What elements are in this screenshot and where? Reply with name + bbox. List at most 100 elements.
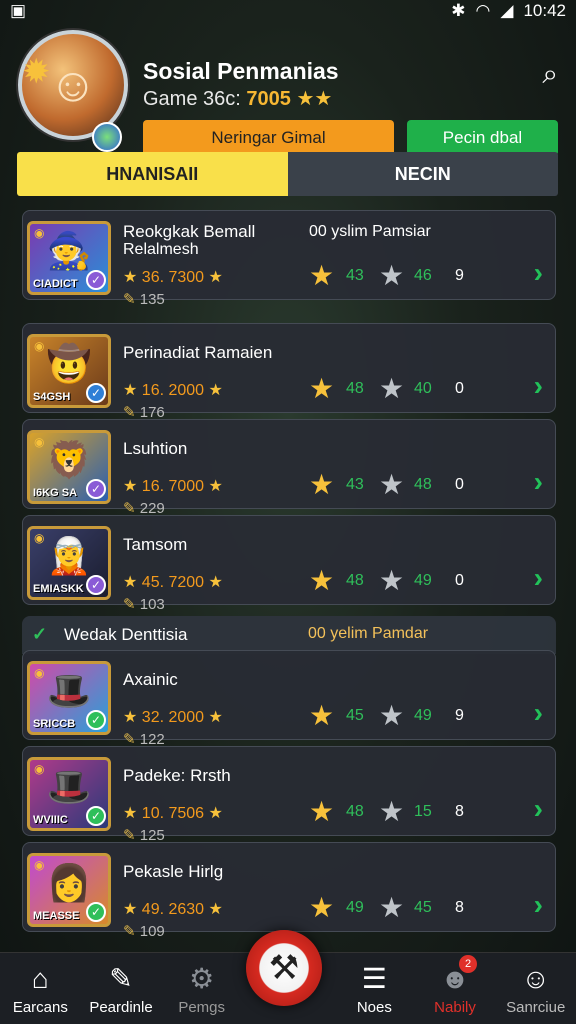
chevron-right-icon[interactable]: › (534, 697, 543, 729)
star-icon: ★ (123, 709, 138, 726)
thumbnail-tag: CIADICT (33, 278, 78, 290)
gold-star-icon: ★ (309, 700, 335, 731)
total-count: 0 (455, 380, 464, 397)
silver-count: 49 (414, 707, 432, 724)
thumbnail-tag: S4GSH (33, 391, 71, 403)
total-count: 8 (455, 803, 464, 820)
app-icon: ▣ (10, 1, 27, 20)
silver-star-icon: ★ (379, 565, 405, 596)
total-count: 0 (455, 572, 464, 589)
star-icon: ★ (123, 269, 138, 286)
silver-count: 40 (414, 380, 432, 397)
row-count: ✎ 103 (123, 596, 165, 613)
row-meta: 00 yslim Pamsiar (309, 223, 431, 240)
list-item[interactable]: ◉ 🧙 CIADICT ✓ Reokgkak Bemall Relalmesh … (22, 210, 556, 308)
list-item[interactable]: ◉ 👩 MEASSE ✓ Pekasle Hirlg ★ 49. 2630 ★ … (22, 842, 556, 940)
row-title: Lsuhtion (123, 439, 188, 458)
nav-item-pemgs[interactable]: ⚙ Pemgs (161, 953, 242, 1024)
star-icon: ★ (208, 269, 223, 286)
tab-second[interactable]: NECIN (287, 152, 558, 196)
nav-item-nabily[interactable]: 2 ☻ Nabily (415, 953, 496, 1024)
row-score: ★ 32. 2000 ★ (123, 709, 223, 726)
nav-label: Earcans (12, 999, 68, 1016)
wifi-icon: ◠ (475, 1, 491, 20)
star-icon: ★ (123, 805, 138, 822)
gold-count: 48 (346, 572, 364, 589)
chevron-right-icon[interactable]: › (534, 562, 543, 594)
chevron-right-icon[interactable]: › (534, 257, 543, 289)
nav-item-earcans[interactable]: ⌂ Earcans (0, 953, 81, 1024)
nav-item-peardinle[interactable]: ✎ Peardinle (81, 953, 162, 1024)
section-header[interactable]: ✓ Wedak Denttisia 00 yelim Pamdar (22, 616, 556, 654)
bluetooth-icon: ✱ (451, 1, 466, 20)
gold-count: 45 (346, 707, 364, 724)
chevron-right-icon[interactable]: › (534, 793, 543, 825)
star-icon: ★ (123, 574, 138, 591)
character-icon: 🎩 (46, 766, 92, 807)
row-score: ★ 45. 7200 ★ (123, 574, 223, 591)
list-item[interactable]: ◉ 🎩 SRICCB ✓ Axainic ★ 32. 2000 ★ ✎ 122 … (22, 650, 556, 748)
verified-icon: ✓ (86, 383, 106, 403)
chevron-right-icon[interactable]: › (534, 889, 543, 921)
primary-action-button[interactable]: Neringar Gimal (143, 120, 394, 156)
character-icon: 🧝 (46, 535, 92, 576)
row-score: ★ 36. 7300 ★ (123, 269, 223, 286)
chevron-right-icon[interactable]: › (534, 466, 543, 498)
nav-item-noes[interactable]: ☰ Noes (334, 953, 415, 1024)
silver-count: 49 (414, 572, 432, 589)
gold-count: 43 (346, 476, 364, 493)
player-thumbnail: ◉ 🧙 CIADICT ✓ (27, 221, 111, 295)
nav-label: Nabily (434, 999, 476, 1016)
verified-icon: ✓ (86, 806, 106, 826)
star-icon: ★ (208, 574, 223, 591)
nav-item-sanrciue[interactable]: ☺ Sanrciue (495, 953, 576, 1024)
status-time: 10:42 (523, 1, 566, 20)
silver-star-icon: ★ (379, 700, 405, 731)
nav-label: Pemgs (178, 999, 226, 1016)
star-icon: ★ (208, 382, 223, 399)
row-score: ★ 16. 2000 ★ (123, 382, 223, 399)
silver-count: 46 (414, 267, 432, 284)
tab-first[interactable]: HNANISAII (17, 152, 288, 196)
star-icon: ★ (123, 478, 138, 495)
secondary-action-button[interactable]: Pecin dbal (407, 120, 558, 156)
character-icon: 🎩 (46, 670, 92, 711)
silver-star-icon: ★ (379, 892, 405, 923)
verified-icon: ✓ (86, 902, 106, 922)
gold-count: 48 (346, 380, 364, 397)
list-item[interactable]: ◉ 🦁 I6KG SA ✓ Lsuhtion ★ 16. 7000 ★ ✎ 22… (22, 419, 556, 517)
row-score: ★ 16. 7000 ★ (123, 478, 223, 495)
star-icon: ★ (123, 382, 138, 399)
chevron-right-icon[interactable]: › (534, 370, 543, 402)
row-title: Padeke: Rrsth (123, 766, 231, 785)
hammer-action-button[interactable]: ⚒ (246, 930, 322, 1006)
gold-star-icon: ★ (309, 892, 335, 923)
total-count: 9 (455, 267, 464, 284)
list-icon: ☰ (361, 963, 387, 994)
profile-score: Game 36c: 7005 ★★ (143, 86, 332, 111)
row-title: Pekasle Hirlg (123, 862, 224, 881)
star-icon: ★ (123, 901, 138, 918)
verified-icon: ✓ (86, 270, 106, 290)
row-count: ✎ 135 (123, 291, 165, 308)
list-item[interactable]: ◉ 🤠 S4GSH ✓ Perinadiat Ramaien ★ 16. 200… (22, 323, 556, 421)
gold-star-icon: ★ (309, 565, 335, 596)
nav-label: Noes (356, 999, 392, 1016)
silver-star-icon: ★ (379, 796, 405, 827)
player-thumbnail: ◉ 🧝 EMIASKK ✓ (27, 526, 111, 600)
search-icon[interactable]: ⌕ (542, 58, 558, 91)
silver-count: 48 (414, 476, 432, 493)
gold-count: 48 (346, 803, 364, 820)
nav-label: Peardinle (89, 999, 153, 1016)
list-item[interactable]: ◉ 🎩 WVIIIC ✓ Padeke: Rrsth ★ 10. 7506 ★ … (22, 746, 556, 844)
star-icon: ★ (208, 478, 223, 495)
star-icon: ★ (208, 709, 223, 726)
list-item[interactable]: ◉ 🧝 EMIASKK ✓ Tamsom ★ 45. 7200 ★ ✎ 103 … (22, 515, 556, 613)
verified-icon: ✓ (86, 575, 106, 595)
star-icon: ★ (208, 805, 223, 822)
notification-badge: 2 (459, 955, 478, 973)
row-title: Tamsom (123, 535, 188, 554)
section-title: Wedak Denttisia (64, 625, 188, 644)
person-icon: ☺ (521, 963, 550, 994)
item-icon: ✎ (123, 923, 136, 940)
